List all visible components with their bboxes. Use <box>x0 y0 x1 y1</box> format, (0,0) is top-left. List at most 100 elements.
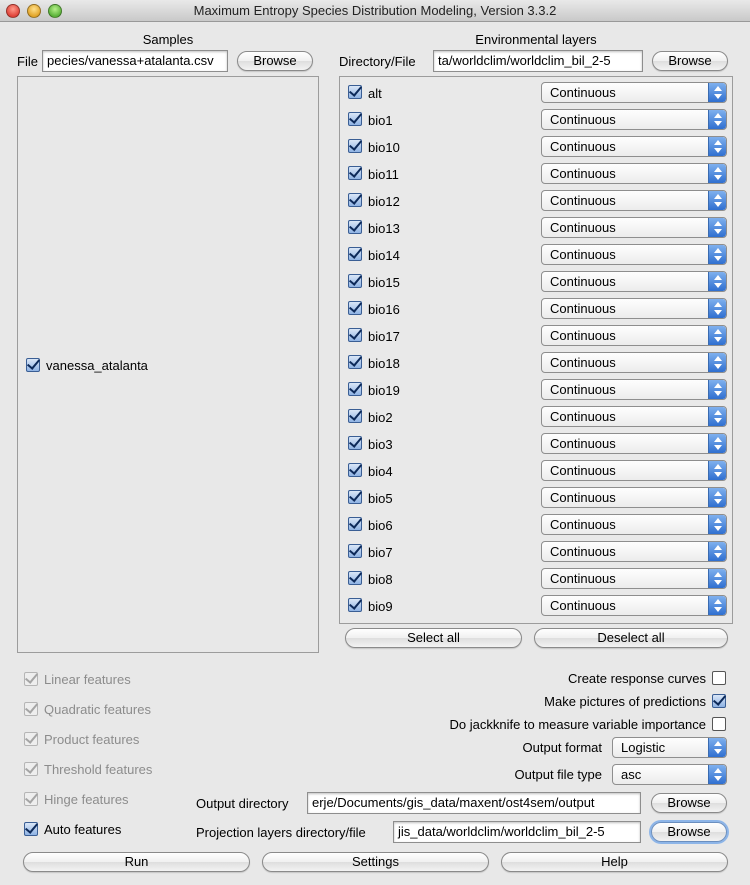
layer-type-value: Continuous <box>550 274 616 289</box>
layer-checkbox[interactable] <box>348 85 362 99</box>
layer-checkbox[interactable] <box>348 166 362 180</box>
output-file-type-select[interactable]: asc <box>612 764 727 785</box>
env-dir-label: Directory/File <box>339 54 416 69</box>
layer-checkbox[interactable] <box>348 544 362 558</box>
layer-checkbox[interactable] <box>348 139 362 153</box>
layer-type-select[interactable]: Continuous <box>541 352 727 373</box>
species-list-panel: vanessa_atalanta <box>17 76 319 653</box>
pictures-checkbox[interactable] <box>712 694 726 708</box>
layer-type-select[interactable]: Continuous <box>541 190 727 211</box>
layer-type-select[interactable]: Continuous <box>541 514 727 535</box>
layer-type-select[interactable]: Continuous <box>541 595 727 616</box>
projection-dir-input[interactable]: jis_data/worldclim/worldclim_bil_2-5 <box>393 821 641 843</box>
layer-name: alt <box>368 86 382 101</box>
layer-name: bio13 <box>368 221 400 236</box>
layer-checkbox[interactable] <box>348 463 362 477</box>
feature-checkbox[interactable] <box>24 672 38 686</box>
layer-checkbox[interactable] <box>348 436 362 450</box>
layer-type-select[interactable]: Continuous <box>541 163 727 184</box>
layer-type-value: Continuous <box>550 139 616 154</box>
up-down-arrows-icon <box>708 738 726 757</box>
layer-row-bio18: bio18 Continuous <box>340 351 730 378</box>
layer-type-select[interactable]: Continuous <box>541 460 727 481</box>
species-row[interactable]: vanessa_atalanta <box>26 358 306 376</box>
layer-type-select[interactable]: Continuous <box>541 217 727 238</box>
layer-type-select[interactable]: Continuous <box>541 568 727 589</box>
layer-checkbox[interactable] <box>348 382 362 396</box>
settings-button[interactable]: Settings <box>262 852 489 872</box>
layer-checkbox[interactable] <box>348 220 362 234</box>
deselect-all-button[interactable]: Deselect all <box>534 628 728 648</box>
output-dir-input[interactable]: erje/Documents/gis_data/maxent/ost4sem/o… <box>307 792 641 814</box>
layer-type-select[interactable]: Continuous <box>541 244 727 265</box>
layer-checkbox[interactable] <box>348 517 362 531</box>
species-label: vanessa_atalanta <box>46 358 148 373</box>
response-curves-checkbox[interactable] <box>712 671 726 685</box>
layer-checkbox[interactable] <box>348 409 362 423</box>
layer-checkbox[interactable] <box>348 571 362 585</box>
feature-checkbox[interactable] <box>24 732 38 746</box>
run-button[interactable]: Run <box>23 852 250 872</box>
layer-name: bio5 <box>368 491 393 506</box>
layer-checkbox[interactable] <box>348 247 362 261</box>
layer-type-select[interactable]: Continuous <box>541 298 727 319</box>
layer-type-value: Continuous <box>550 544 616 559</box>
layer-checkbox[interactable] <box>348 490 362 504</box>
layer-type-select[interactable]: Continuous <box>541 433 727 454</box>
layer-row-bio13: bio13 Continuous <box>340 216 730 243</box>
layer-type-value: Continuous <box>550 166 616 181</box>
select-all-button[interactable]: Select all <box>345 628 522 648</box>
layer-checkbox[interactable] <box>348 598 362 612</box>
layer-type-select[interactable]: Continuous <box>541 541 727 562</box>
layer-checkbox[interactable] <box>348 328 362 342</box>
layer-type-select[interactable]: Continuous <box>541 82 727 103</box>
up-down-arrows-icon <box>708 380 726 399</box>
layer-type-value: Continuous <box>550 85 616 100</box>
layer-type-value: Continuous <box>550 112 616 127</box>
layer-checkbox[interactable] <box>348 112 362 126</box>
up-down-arrows-icon <box>708 245 726 264</box>
env-browse-button[interactable]: Browse <box>652 51 728 71</box>
up-down-arrows-icon <box>708 407 726 426</box>
layer-type-select[interactable]: Continuous <box>541 271 727 292</box>
samples-file-input[interactable]: pecies/vanessa+atalanta.csv <box>42 50 228 72</box>
up-down-arrows-icon <box>708 326 726 345</box>
feature-label: Hinge features <box>44 792 129 807</box>
layer-row-bio1: bio1 Continuous <box>340 108 730 135</box>
layer-type-value: Continuous <box>550 571 616 586</box>
layer-type-value: Continuous <box>550 328 616 343</box>
layer-type-select[interactable]: Continuous <box>541 325 727 346</box>
up-down-arrows-icon <box>708 765 726 784</box>
output-file-type-label: Output file type <box>514 767 602 782</box>
layer-row-bio2: bio2 Continuous <box>340 405 730 432</box>
layer-type-value: Continuous <box>550 193 616 208</box>
layer-row-bio14: bio14 Continuous <box>340 243 730 270</box>
samples-browse-button[interactable]: Browse <box>237 51 313 71</box>
help-button[interactable]: Help <box>501 852 728 872</box>
layer-type-select[interactable]: Continuous <box>541 406 727 427</box>
layer-type-select[interactable]: Continuous <box>541 109 727 130</box>
feature-checkbox[interactable] <box>24 792 38 806</box>
env-dir-input[interactable]: ta/worldclim/worldclim_bil_2-5 <box>433 50 643 72</box>
layer-checkbox[interactable] <box>348 355 362 369</box>
layer-checkbox[interactable] <box>348 274 362 288</box>
output-format-select[interactable]: Logistic <box>612 737 727 758</box>
layer-type-select[interactable]: Continuous <box>541 379 727 400</box>
jackknife-checkbox[interactable] <box>712 717 726 731</box>
up-down-arrows-icon <box>708 434 726 453</box>
feature-label: Quadratic features <box>44 702 151 717</box>
feature-checkbox[interactable] <box>24 822 38 836</box>
layer-checkbox[interactable] <box>348 301 362 315</box>
output-file-type-value: asc <box>621 767 642 782</box>
layer-row-bio9: bio9 Continuous <box>340 594 730 621</box>
layer-row-alt: alt Continuous <box>340 81 730 108</box>
layer-checkbox[interactable] <box>348 193 362 207</box>
layer-type-select[interactable]: Continuous <box>541 136 727 157</box>
output-dir-browse-button[interactable]: Browse <box>651 793 727 813</box>
layer-type-value: Continuous <box>550 598 616 613</box>
layer-type-select[interactable]: Continuous <box>541 487 727 508</box>
species-checkbox[interactable] <box>26 358 40 372</box>
feature-checkbox[interactable] <box>24 762 38 776</box>
projection-dir-browse-button[interactable]: Browse <box>651 822 727 842</box>
feature-checkbox[interactable] <box>24 702 38 716</box>
